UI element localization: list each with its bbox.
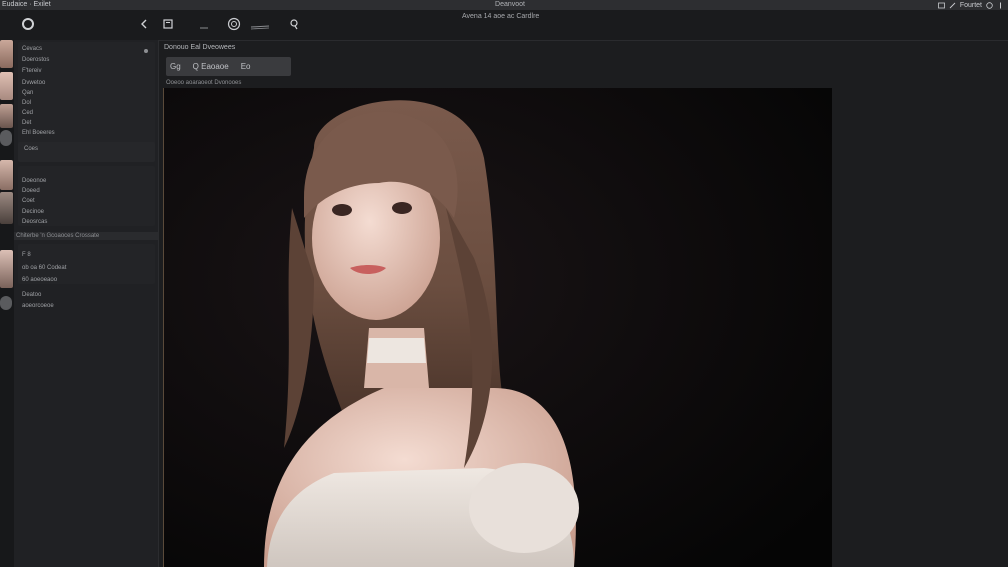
edit-icon[interactable] [949,2,956,9]
layer-icon[interactable] [224,14,244,34]
property-label[interactable]: Qan [22,90,33,96]
tab-bar: Gg Q Eaoaoe Eo [166,57,291,76]
breadcrumb[interactable]: Donouo Eal Dveowees [164,44,235,51]
image-canvas[interactable] [164,88,832,567]
property-label[interactable]: Ced [22,110,33,116]
canvas-label: Ooeoo aoaraoeot Dvonooes [166,80,242,86]
section-header[interactable]: Chiterbe 'n Gcoaoces Crossate [14,232,158,240]
property-label[interactable]: Det [22,120,31,126]
tab-enhance[interactable]: Q Eaoaoe [193,62,229,71]
property-label[interactable]: aoeorcoeoe [22,303,54,309]
property-label[interactable]: Dvwetoo [22,80,45,86]
thumbnail[interactable] [0,104,13,128]
tab-effects[interactable]: Eo [241,62,251,71]
window-title: Deanvoot [495,1,525,8]
left-panel: Cevacs Doerostos F'tereiv Dvwetoo Qan Do… [14,40,159,567]
power-icon[interactable] [997,2,1004,9]
thumbnail-strip [0,40,14,567]
pen-icon[interactable] [284,14,304,34]
thumbnail[interactable] [0,296,12,310]
app-menu[interactable]: Eudaice · Exilet [2,0,51,10]
toolbar: Avena 14 aoe ac Cardlre [0,10,1008,41]
stroke-icon[interactable] [250,14,270,34]
property-label[interactable]: Dol [22,100,31,106]
settings-icon[interactable] [143,48,149,54]
tray-label: Fourtet [959,1,982,9]
back-icon[interactable] [134,14,154,34]
save-icon[interactable] [158,14,178,34]
thumbnail[interactable] [0,130,12,146]
thumbnail[interactable] [0,250,13,288]
property-label[interactable]: Doerostos [22,57,49,63]
logo-icon[interactable] [18,14,38,34]
document-title: Avena 14 aoe ac Cardlre [462,13,540,20]
property-label[interactable]: Cevacs [22,46,42,52]
sub-group [18,142,155,162]
properties-group [18,166,155,226]
window-icon[interactable] [937,2,945,9]
property-label[interactable]: ob oa 60 Codeat [22,265,66,271]
property-label[interactable]: F 8 [22,252,31,258]
property-label[interactable]: Doeed [22,188,40,194]
thumbnail[interactable] [0,192,13,224]
brush-icon[interactable] [194,14,214,34]
system-bar: Eudaice · Exilet Deanvoot Fourtet [0,0,1008,10]
thumbnail[interactable] [0,72,13,100]
property-label[interactable]: Decinoe [22,209,44,215]
system-tray: Fourtet [937,0,1004,10]
property-label[interactable]: Doeonoe [22,178,46,184]
thumbnail[interactable] [0,40,13,68]
section-header-label: Chiterbe 'n Gcoaoces Crossate [16,233,100,239]
portrait-photo [164,88,832,567]
property-label[interactable]: Deatoo [22,292,41,298]
property-label[interactable]: 60 aoeoeaoo [22,277,57,283]
property-label[interactable]: Ehl Boeeres [22,130,55,136]
wifi-icon[interactable] [986,1,993,9]
property-label[interactable]: Deosrcas [22,219,47,225]
property-label[interactable]: Coet [22,198,35,204]
tab-adjust[interactable]: Gg [170,62,181,71]
property-label[interactable]: F'tereiv [22,68,41,74]
thumbnail[interactable] [0,160,13,190]
property-label[interactable]: Coes [24,146,38,152]
